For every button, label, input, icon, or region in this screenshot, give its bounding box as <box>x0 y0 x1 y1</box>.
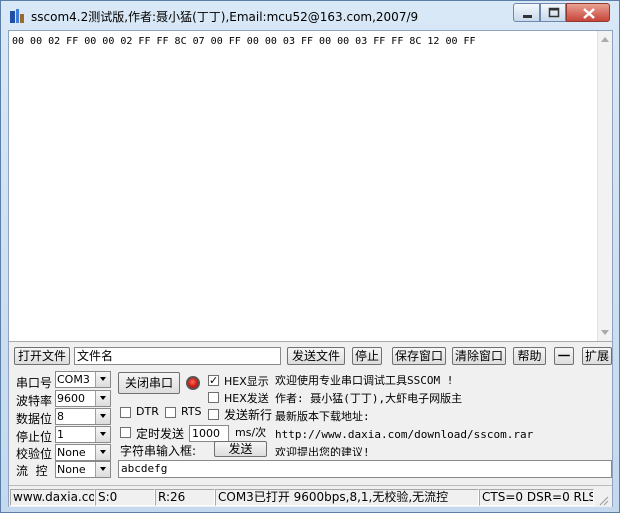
info-line-3: 最新版本下载地址: <box>275 410 370 423</box>
minimize-panel-button[interactable]: 一 <box>554 347 574 365</box>
baud-value: 9600 <box>57 392 85 405</box>
scroll-down-icon[interactable] <box>601 330 609 335</box>
flow-value: None <box>57 463 86 476</box>
dtr-checkbox[interactable] <box>120 407 131 418</box>
string-input-label: 字符串输入框: <box>120 444 197 458</box>
receive-text: 00 00 02 FF 00 00 02 FF FF 8C 07 00 FF 0… <box>12 36 476 47</box>
send-input[interactable]: abcdefg <box>118 460 612 478</box>
send-button[interactable]: 发送 <box>214 441 267 457</box>
status-sent-count: S:0 <box>95 489 155 506</box>
help-button[interactable]: 帮助 <box>513 347 546 365</box>
baud-select[interactable]: 9600 <box>55 390 111 407</box>
port-status-led-icon <box>186 376 200 390</box>
app-window: sscom4.2测试版,作者:聂小猛(丁丁),Email:mcu52@163.c… <box>0 0 620 513</box>
clear-window-button[interactable]: 清除窗口 <box>452 347 506 365</box>
minimize-button[interactable] <box>513 3 540 22</box>
interval-unit: ms/次 <box>235 426 267 439</box>
save-window-button[interactable]: 保存窗口 <box>392 347 446 365</box>
hex-display-checkbox[interactable]: ✓ <box>208 375 219 386</box>
receive-scrollbar[interactable] <box>597 31 612 341</box>
stop-bits-label: 停止位 <box>16 430 53 444</box>
port-label: 串口号 <box>16 376 53 390</box>
info-line-4: http://www.daxia.com/download/sscom.rar <box>275 428 534 441</box>
newline-send-label: 发送新行 <box>224 408 273 422</box>
data-bits-select[interactable]: 8 <box>55 408 111 425</box>
close-port-button[interactable]: 关闭串口 <box>118 372 180 394</box>
send-file-button[interactable]: 发送文件 <box>287 347 345 365</box>
hex-send-label: HEX发送 <box>224 392 269 405</box>
data-bits-label: 数据位 <box>16 412 53 426</box>
port-value: COM3 <box>57 373 90 386</box>
info-line-2: 作者: 聂小猛(丁丁),大虾电子网版主 <box>275 392 463 405</box>
chevron-down-icon[interactable] <box>95 372 110 387</box>
chevron-down-icon[interactable] <box>95 462 110 477</box>
hex-display-label: HEX显示 <box>224 375 269 388</box>
parity-label: 校验位 <box>16 447 53 461</box>
port-select[interactable]: COM3 <box>55 371 111 388</box>
parity-select[interactable]: None <box>55 444 111 461</box>
timed-send-label: 定时发送 <box>136 427 185 441</box>
client-area: 00 00 02 FF 00 00 02 FF FF 8C 07 00 FF 0… <box>8 30 613 507</box>
status-received-count: R:26 <box>155 489 215 506</box>
chevron-down-icon[interactable] <box>95 427 110 442</box>
newline-send-checkbox[interactable] <box>208 409 219 420</box>
dtr-label: DTR <box>136 405 159 418</box>
window-title: sscom4.2测试版,作者:聂小猛(丁丁),Email:mcu52@163.c… <box>31 10 419 24</box>
status-site: www.daxia.com <box>10 489 95 506</box>
info-line-5: 欢迎提出您的建议! <box>275 446 370 456</box>
receive-area[interactable]: 00 00 02 FF 00 00 02 FF FF 8C 07 00 FF 0… <box>9 31 612 342</box>
info-line-1: 欢迎使用专业串口调试工具SSCOM ! <box>275 374 454 387</box>
app-icon <box>9 8 25 24</box>
rts-checkbox[interactable] <box>165 407 176 418</box>
data-bits-value: 8 <box>57 410 64 423</box>
baud-label: 波特率 <box>16 394 53 408</box>
timed-send-checkbox[interactable] <box>120 427 131 438</box>
stop-bits-value: 1 <box>57 428 64 441</box>
open-file-button[interactable]: 打开文件 <box>14 347 70 365</box>
stop-bits-select[interactable]: 1 <box>55 426 111 443</box>
status-bar: www.daxia.com S:0 R:26 COM3已打开 9600bps,8… <box>9 485 612 507</box>
expand-button[interactable]: 扩展 <box>582 347 612 365</box>
flow-select[interactable]: None <box>55 461 111 478</box>
flow-label: 流 控 <box>16 464 48 478</box>
close-button[interactable] <box>566 3 610 22</box>
parity-value: None <box>57 446 86 459</box>
stop-button[interactable]: 停止 <box>352 347 382 365</box>
chevron-down-icon[interactable] <box>95 409 110 424</box>
filename-field[interactable]: 文件名 <box>74 347 281 365</box>
status-port-state: COM3已打开 9600bps,8,1,无校验,无流控 <box>215 489 479 506</box>
rts-label: RTS <box>181 405 202 418</box>
maximize-button[interactable] <box>540 3 566 22</box>
chevron-down-icon[interactable] <box>95 391 110 406</box>
resize-grip-icon[interactable] <box>599 495 609 506</box>
hex-send-checkbox[interactable] <box>208 392 219 403</box>
interval-input[interactable]: 1000 <box>189 425 229 442</box>
chevron-down-icon[interactable] <box>95 445 110 460</box>
info-panel: 欢迎使用专业串口调试工具SSCOM ! 作者: 聂小猛(丁丁),大虾电子网版主 … <box>275 372 612 456</box>
title-bar[interactable]: sscom4.2测试版,作者:聂小猛(丁丁),Email:mcu52@163.c… <box>1 1 619 31</box>
status-signals: CTS=0 DSR=0 RLSD <box>479 489 594 506</box>
scroll-up-icon[interactable] <box>601 37 609 42</box>
